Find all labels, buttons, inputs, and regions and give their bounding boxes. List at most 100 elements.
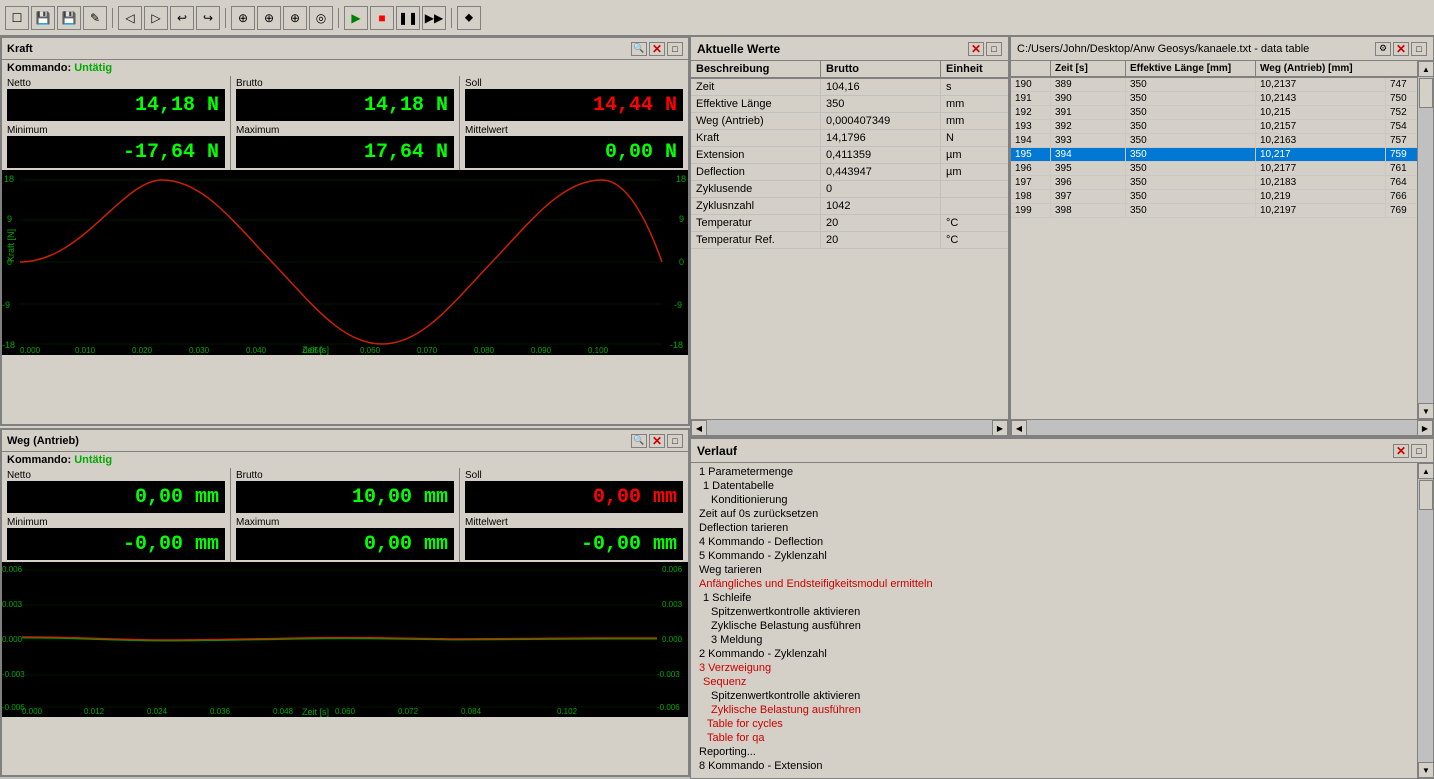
tb-save2[interactable]: 💾 xyxy=(57,6,81,30)
aktuelle-pin-btn[interactable]: □ xyxy=(986,42,1002,56)
aktuelle-table-row[interactable]: Kraft 14,1796 N xyxy=(691,130,1008,147)
verlauf-tree-item[interactable]: Spitzenwertkontrolle aktivieren xyxy=(691,605,1417,619)
tb-new[interactable]: ☐ xyxy=(5,6,29,30)
dg-cell-idx: 198 xyxy=(1011,190,1051,203)
aktuelle-table-row[interactable]: Temperatur Ref. 20 °C xyxy=(691,232,1008,249)
dg-row[interactable]: 198 397 350 10,219 766 xyxy=(1011,190,1417,204)
weg-close-btn[interactable]: ✕ xyxy=(649,434,665,448)
dg-row[interactable]: 194 393 350 10,2163 757 xyxy=(1011,134,1417,148)
verlauf-vscroll-thumb[interactable] xyxy=(1419,480,1433,510)
verlauf-tree-item[interactable]: Deflection tarieren xyxy=(691,521,1417,535)
kraft-brutto-box: Brutto 14,18 N xyxy=(231,76,460,123)
aktuelle-table-row[interactable]: Temperatur 20 °C xyxy=(691,215,1008,232)
dg-body[interactable]: 190 389 350 10,2137 747 191 390 350 10,2… xyxy=(1011,78,1417,419)
dg-hscroll-left[interactable]: ◀ xyxy=(1011,420,1027,436)
dg-row[interactable]: 190 389 350 10,2137 747 xyxy=(1011,78,1417,92)
vscroll-up[interactable]: ▲ xyxy=(1418,61,1433,77)
verlauf-header: Verlauf ✕ □ xyxy=(691,439,1433,463)
verlauf-tree-item[interactable]: 1 Schleife xyxy=(691,591,1417,605)
dg-cell-weg: 10,2157 xyxy=(1256,120,1386,133)
verlauf-pin-btn[interactable]: □ xyxy=(1411,444,1427,458)
verlauf-tree-item[interactable]: 8 Kommando - Extension xyxy=(691,759,1417,773)
tb-zoom3[interactable]: ⊕ xyxy=(283,6,307,30)
verlauf-tree-item[interactable]: Anfängliches und Endsteifigkeitsmodul er… xyxy=(691,577,1417,591)
dg-row[interactable]: 197 396 350 10,2183 764 xyxy=(1011,176,1417,190)
aktuelle-table-row[interactable]: Deflection 0,443947 µm xyxy=(691,164,1008,181)
hscroll-left[interactable]: ◀ xyxy=(691,420,707,436)
tb-edit[interactable]: ✎ xyxy=(83,6,107,30)
verlauf-tree-item[interactable]: Spitzenwertkontrolle aktivieren xyxy=(691,689,1417,703)
tb-undo[interactable]: ↩ xyxy=(170,6,194,30)
dg-row[interactable]: 195 394 350 10,217 759 xyxy=(1011,148,1417,162)
verlauf-close-btn[interactable]: ✕ xyxy=(1393,444,1409,458)
kraft-search-btn[interactable]: 🔍 xyxy=(631,42,647,56)
aktuelle-close-btn[interactable]: ✕ xyxy=(968,42,984,56)
verlauf-tree-item[interactable]: Zeit auf 0s zurücksetzen xyxy=(691,507,1417,521)
weg-brutto-label: Brutto xyxy=(236,470,454,481)
verlauf-tree-item[interactable]: Zyklische Belastung ausführen xyxy=(691,619,1417,633)
verlauf-tree-item[interactable]: 3 Verzweigung xyxy=(691,661,1417,675)
verlauf-tree-item[interactable]: Weg tarieren xyxy=(691,563,1417,577)
aktuelle-table-body[interactable]: Zeit 104,16 s Effektive Länge 350 mm Weg… xyxy=(691,79,1008,419)
weg-pin-btn[interactable]: □ xyxy=(667,434,683,448)
vscroll-thumb[interactable] xyxy=(1419,78,1433,108)
weg-metrics-row1: Netto 0,00 mm Brutto 10,00 mm Soll 0,00 … xyxy=(2,468,688,515)
hscroll-right[interactable]: ▶ xyxy=(992,420,1008,436)
verlauf-tree-item[interactable]: Konditionierung xyxy=(691,493,1417,507)
kraft-pin-btn[interactable]: □ xyxy=(667,42,683,56)
aktuelle-header: Aktuelle Werte ✕ □ xyxy=(691,37,1008,61)
tb-back[interactable]: ◁ xyxy=(118,6,142,30)
svg-text:-18: -18 xyxy=(670,340,683,350)
aktuelle-table-row[interactable]: Zeit 104,16 s xyxy=(691,79,1008,96)
verlauf-tree-item[interactable]: Reporting... xyxy=(691,745,1417,759)
tb-zoom1[interactable]: ⊕ xyxy=(231,6,255,30)
aktuelle-hscroll[interactable]: ◀ ▶ xyxy=(691,419,1008,435)
weg-search-btn[interactable]: 🔍 xyxy=(631,434,647,448)
datafile-panel: C:/Users/John/Desktop/Anw Geosys/kanaele… xyxy=(1010,36,1434,436)
verlauf-vscroll[interactable]: ▲ ▼ xyxy=(1417,463,1433,778)
datafile-settings-btn[interactable]: ⚙ xyxy=(1375,42,1391,56)
verlauf-tree-item[interactable]: 1 Parametermenge xyxy=(691,465,1417,479)
tb-save1[interactable]: 💾 xyxy=(31,6,55,30)
tb-zoom2[interactable]: ⊕ xyxy=(257,6,281,30)
weg-netto-value: 0,00 mm xyxy=(7,481,225,513)
tb-stop[interactable]: ■ xyxy=(370,6,394,30)
tb-target[interactable]: ◎ xyxy=(309,6,333,30)
verlauf-tree-item[interactable]: Sequenz xyxy=(691,675,1417,689)
verlauf-tree-item[interactable]: 1 Datentabelle xyxy=(691,479,1417,493)
datafile-pin-btn[interactable]: □ xyxy=(1411,42,1427,56)
dg-row[interactable]: 191 390 350 10,2143 750 xyxy=(1011,92,1417,106)
tb-ffwd[interactable]: ▶▶ xyxy=(422,6,446,30)
dg-row[interactable]: 196 395 350 10,2177 761 xyxy=(1011,162,1417,176)
verlauf-tree-item[interactable]: Zyklische Belastung ausführen xyxy=(691,703,1417,717)
vscroll-down[interactable]: ▼ xyxy=(1418,403,1433,419)
tb-pause[interactable]: ❚❚ xyxy=(396,6,420,30)
svg-text:0.040: 0.040 xyxy=(246,346,267,355)
verlauf-tree-item[interactable]: 3 Meldung xyxy=(691,633,1417,647)
aktuelle-table-row[interactable]: Extension 0,411359 µm xyxy=(691,147,1008,164)
dg-row[interactable]: 199 398 350 10,2197 769 xyxy=(1011,204,1417,218)
tb-play[interactable]: ▶ xyxy=(344,6,368,30)
tb-redo[interactable]: ↪ xyxy=(196,6,220,30)
verlauf-vscroll-up[interactable]: ▲ xyxy=(1418,463,1433,479)
datafile-vscroll[interactable]: ▲ ▼ xyxy=(1417,61,1433,419)
dg-row[interactable]: 193 392 350 10,2157 754 xyxy=(1011,120,1417,134)
tb-tool[interactable]: ⬥ xyxy=(457,6,481,30)
aktuelle-table-row[interactable]: Effektive Länge 350 mm xyxy=(691,96,1008,113)
verlauf-vscroll-down[interactable]: ▼ xyxy=(1418,762,1433,778)
aktuelle-table-row[interactable]: Weg (Antrieb) 0,000407349 mm xyxy=(691,113,1008,130)
kraft-close-btn[interactable]: ✕ xyxy=(649,42,665,56)
verlauf-body[interactable]: 1 Parametermenge1 DatentabelleKonditioni… xyxy=(691,463,1417,778)
verlauf-tree-item[interactable]: Table for qa xyxy=(691,731,1417,745)
dg-hscroll-right[interactable]: ▶ xyxy=(1417,420,1433,436)
tb-fwd[interactable]: ▷ xyxy=(144,6,168,30)
datafile-close-btn[interactable]: ✕ xyxy=(1393,42,1409,56)
verlauf-tree-item[interactable]: 4 Kommando - Deflection xyxy=(691,535,1417,549)
verlauf-tree-item[interactable]: 2 Kommando - Zyklenzahl xyxy=(691,647,1417,661)
verlauf-tree-item[interactable]: Table for cycles xyxy=(691,717,1417,731)
verlauf-tree-item[interactable]: 5 Kommando - Zyklenzahl xyxy=(691,549,1417,563)
datafile-hscroll[interactable]: ◀ ▶ xyxy=(1011,419,1433,435)
aktuelle-table-row[interactable]: Zyklusnzahl 1042 xyxy=(691,198,1008,215)
dg-row[interactable]: 192 391 350 10,215 752 xyxy=(1011,106,1417,120)
aktuelle-table-row[interactable]: Zyklusende 0 xyxy=(691,181,1008,198)
